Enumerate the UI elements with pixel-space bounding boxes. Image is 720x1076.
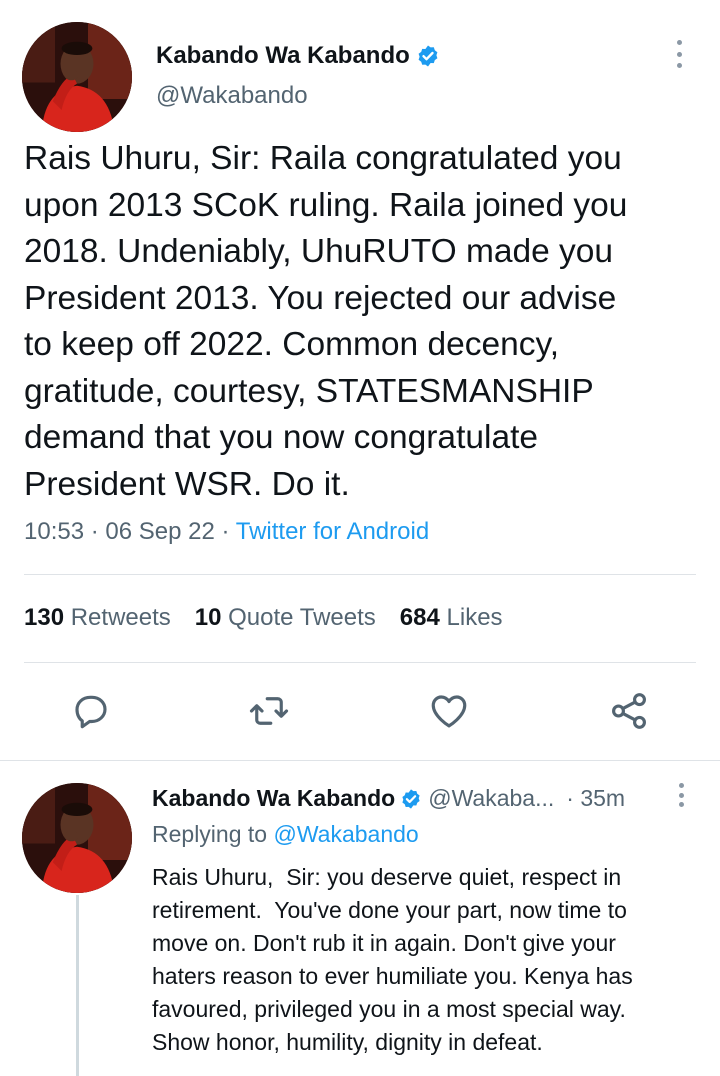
reply-display-name[interactable]: Kabando Wa Kabando bbox=[152, 785, 395, 812]
author-avatar[interactable] bbox=[22, 22, 132, 132]
retweet-icon[interactable] bbox=[248, 690, 290, 732]
reply-tweet[interactable]: Kabando Wa Kabando @Wakaba... · 35m Repl… bbox=[0, 761, 720, 1076]
author-display-name[interactable]: Kabando Wa Kabando bbox=[156, 42, 410, 70]
tweet-time: 10:53 bbox=[24, 518, 85, 545]
meta-separator: · bbox=[90, 518, 106, 545]
thread-line bbox=[76, 895, 79, 1076]
more-options-icon[interactable] bbox=[676, 783, 686, 807]
reply-text: Rais Uhuru, Sir: you deserve quiet, resp… bbox=[152, 864, 633, 1055]
meta-separator: · bbox=[221, 518, 236, 545]
like-icon[interactable] bbox=[428, 690, 470, 732]
author-name-row: Kabando Wa Kabando bbox=[156, 40, 440, 72]
retweets-stat[interactable]: 130 Retweets bbox=[24, 604, 171, 632]
reply-handle[interactable]: @Wakaba... bbox=[428, 785, 554, 812]
tweet-actions bbox=[0, 690, 720, 734]
tweet-source-link[interactable]: Twitter for Android bbox=[236, 518, 429, 545]
reply-header: Kabando Wa Kabando @Wakaba... · 35m bbox=[152, 785, 625, 812]
main-tweet: Kabando Wa Kabando @Wakabando Rais Uhuru… bbox=[0, 0, 720, 760]
more-options-icon[interactable] bbox=[674, 40, 684, 68]
replying-mention-link[interactable]: @Wakabando bbox=[273, 821, 418, 847]
quote-tweets-stat[interactable]: 10 Quote Tweets bbox=[195, 604, 376, 632]
profile-photo-icon bbox=[22, 22, 132, 132]
tweet-text: Rais Uhuru, Sir: Raila congratulated you… bbox=[24, 140, 628, 503]
verified-badge-icon bbox=[400, 788, 422, 810]
share-icon[interactable] bbox=[608, 690, 650, 732]
reply-avatar[interactable] bbox=[22, 783, 132, 893]
tweet-date: 06 Sep 22 bbox=[105, 518, 215, 545]
divider bbox=[24, 574, 696, 575]
reply-icon[interactable] bbox=[70, 690, 112, 732]
reply-time: · 35m bbox=[566, 785, 626, 811]
verified-badge-icon bbox=[416, 44, 440, 68]
replying-prefix: Replying to bbox=[152, 821, 268, 847]
author-handle[interactable]: @Wakabando bbox=[156, 82, 308, 110]
profile-photo-icon bbox=[22, 783, 132, 893]
likes-stat[interactable]: 684 Likes bbox=[400, 604, 503, 632]
replying-to: Replying to @Wakabando bbox=[152, 821, 419, 848]
tweet-meta: 10:53 · 06 Sep 22 · Twitter for Android bbox=[24, 518, 429, 546]
tweet-stats: 130 Retweets 10 Quote Tweets 684 Likes bbox=[24, 604, 503, 632]
divider bbox=[24, 662, 696, 663]
